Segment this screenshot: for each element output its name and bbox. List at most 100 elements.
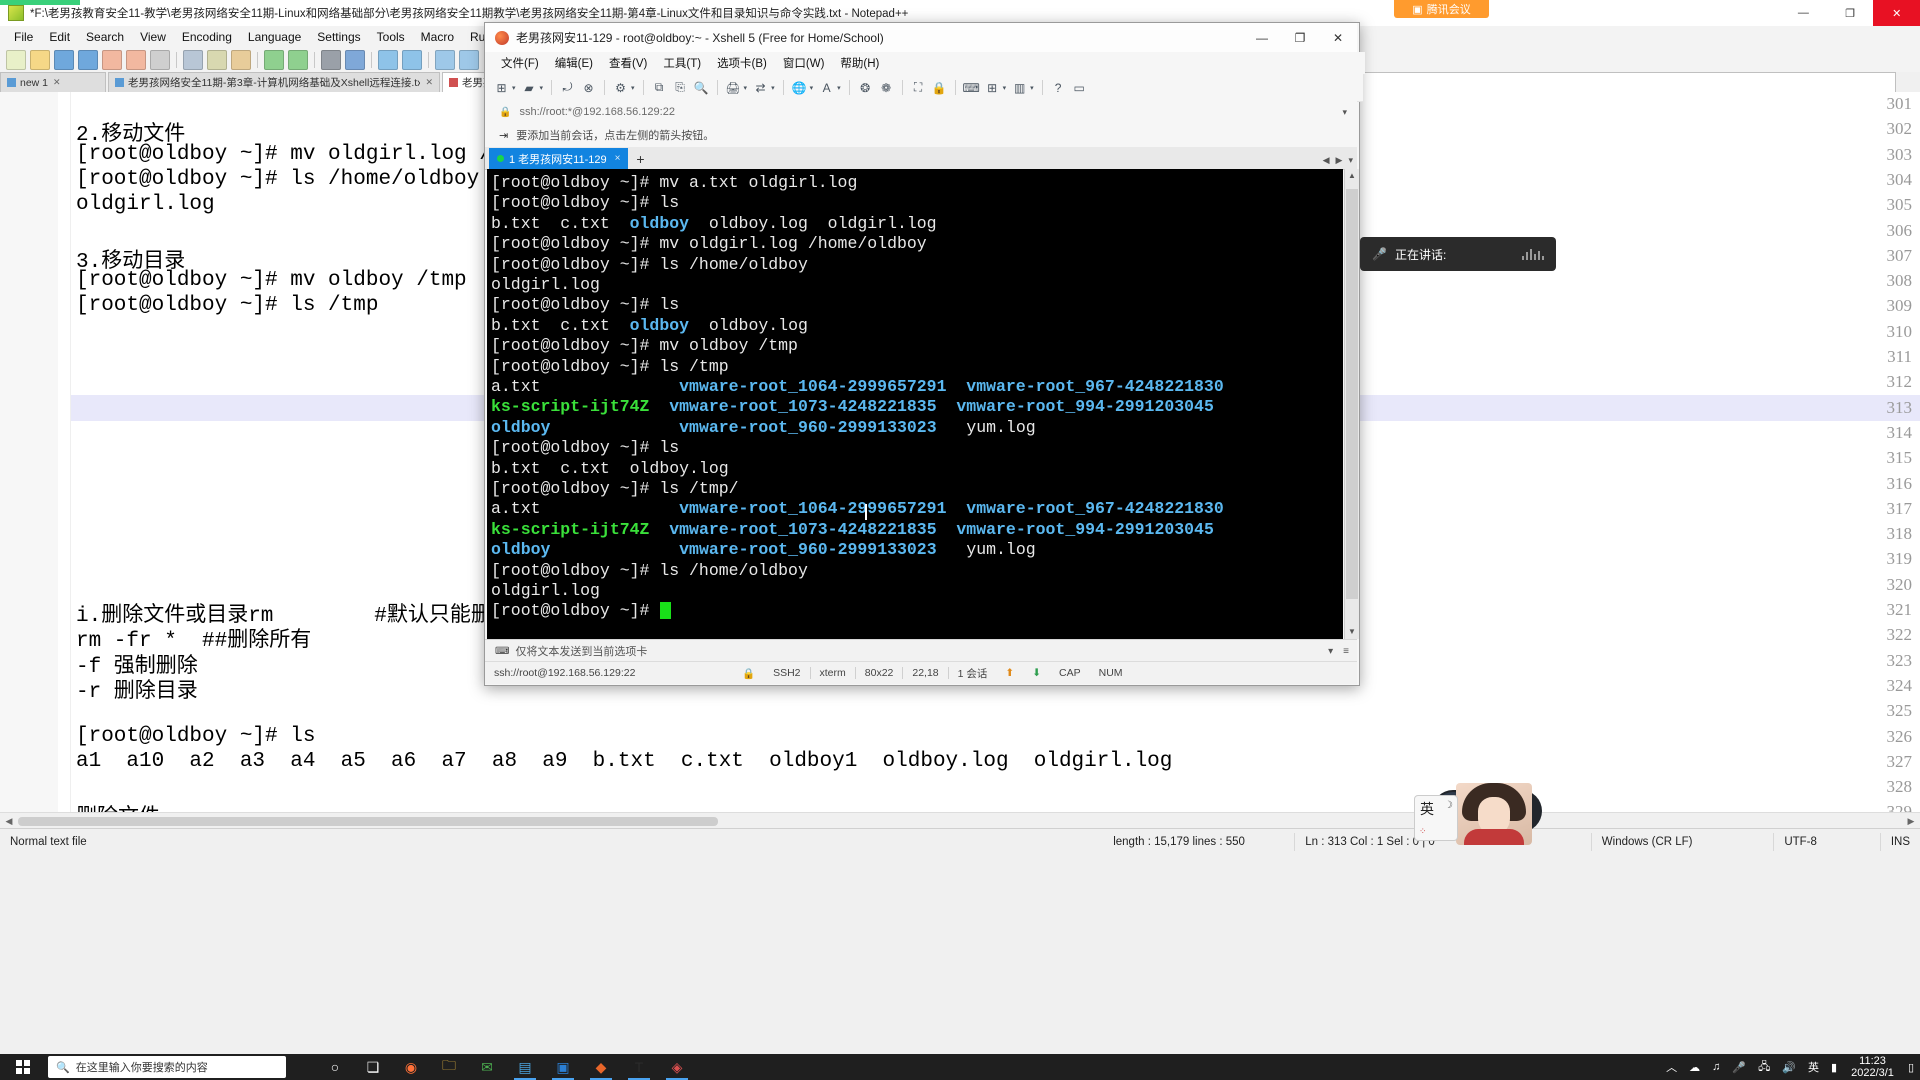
open-session-icon[interactable]: ▰ <box>520 79 539 97</box>
tray-cloud-icon[interactable]: ☁ <box>1683 1061 1706 1074</box>
menu-file[interactable]: File <box>6 28 41 46</box>
new-file-icon[interactable] <box>6 50 26 70</box>
session-tab-active[interactable]: 1 老男孩网安11-129 × <box>489 148 629 169</box>
tray-volume-icon[interactable]: 🔊 <box>1776 1061 1802 1074</box>
send-bar-chevron-icon[interactable]: ▾ <box>1328 646 1333 657</box>
font-icon[interactable]: A <box>817 79 836 97</box>
browser-icon[interactable]: 🌐 <box>790 79 809 97</box>
terminal-icon[interactable]: T <box>620 1054 658 1080</box>
xshell-address-bar[interactable]: 🔒 ssh://root:*@192.168.56.129:22 ▾ <box>485 101 1357 124</box>
cortana-icon[interactable]: ○ <box>316 1054 354 1080</box>
zoom-in-icon[interactable] <box>378 50 398 70</box>
undo-icon[interactable] <box>264 50 284 70</box>
disconnect-icon[interactable]: ⊗ <box>579 79 598 97</box>
xshell-menu-tools[interactable]: 工具(T) <box>655 55 709 71</box>
menu-edit[interactable]: Edit <box>41 28 78 46</box>
chevron-down-icon[interactable]: ▾ <box>540 79 544 97</box>
close-icon[interactable] <box>102 50 122 70</box>
xshell-menu-window[interactable]: 窗口(W) <box>775 55 833 71</box>
notepad-tab-0[interactable]: new 1 ✕ <box>0 72 106 92</box>
taskbar-search-box[interactable]: 🔍 在这里输入你要搜索的内容 <box>48 1056 286 1078</box>
new-session-tab-button[interactable]: + <box>628 148 652 169</box>
chevron-down-icon[interactable]: ▾ <box>837 79 841 97</box>
transfer-icon[interactable]: ⇄ <box>751 79 770 97</box>
chevron-down-icon[interactable]: ▾ <box>631 79 635 97</box>
menu-view[interactable]: View <box>132 28 174 46</box>
open-file-icon[interactable] <box>30 50 50 70</box>
sync-v-icon[interactable] <box>435 50 455 70</box>
sftp-icon[interactable]: ❂ <box>856 79 875 97</box>
find-icon[interactable]: 🔍 <box>692 79 711 97</box>
xshell-menu-view[interactable]: 查看(V) <box>601 55 655 71</box>
redo-icon[interactable] <box>288 50 308 70</box>
reconnect-icon[interactable]: ⤾ <box>558 79 577 97</box>
vmware-icon[interactable]: ▣ <box>544 1054 582 1080</box>
scroll-up-arrow-icon[interactable]: ▲ <box>1345 169 1359 183</box>
add-icon[interactable]: ⊞ <box>983 79 1002 97</box>
lock-icon[interactable]: 🔒 <box>930 79 949 97</box>
save-icon[interactable] <box>54 50 74 70</box>
terminal-vertical-scrollbar[interactable]: ▲ ▼ <box>1344 169 1359 639</box>
scroll-right-arrow-icon[interactable]: ▶ <box>1904 815 1918 827</box>
tray-mic-icon[interactable]: 🎤 <box>1726 1061 1752 1074</box>
sync-h-icon[interactable] <box>459 50 479 70</box>
chevron-down-icon[interactable]: ▾ <box>1003 79 1007 97</box>
notepad-horizontal-scrollbar[interactable]: ◀ ▶ <box>0 812 1920 829</box>
keyboard-icon[interactable]: ⌨ <box>962 79 981 97</box>
tab-close-icon[interactable]: ✕ <box>425 77 433 88</box>
tray-ime-icon[interactable]: 英 <box>1802 1059 1825 1075</box>
taskbar-clock[interactable]: 11:23 2022/3/1 <box>1843 1055 1902 1079</box>
new-session-icon[interactable]: ⊞ <box>492 79 511 97</box>
ime-mode-box[interactable]: 英 ☽ ⁘ <box>1414 795 1458 841</box>
print-icon[interactable] <box>150 50 170 70</box>
tab-close-icon[interactable]: ✕ <box>53 77 61 88</box>
tray-battery-icon[interactable]: ▮ <box>1825 1061 1843 1074</box>
chevron-down-icon[interactable]: ▾ <box>512 79 516 97</box>
find-icon[interactable] <box>321 50 341 70</box>
tab-next-arrow-icon[interactable]: ▶ <box>1336 155 1343 166</box>
file-explorer-icon[interactable]: 🗀 <box>430 1054 468 1080</box>
terminal-output-area[interactable]: [root@oldboy ~]# mv a.txt oldgirl.log [ro… <box>487 169 1343 639</box>
menu-search[interactable]: Search <box>78 28 132 46</box>
print-icon[interactable]: 🖨 <box>724 79 743 97</box>
scroll-thumb[interactable] <box>18 817 718 826</box>
xshell-minimize-button[interactable]: — <box>1243 23 1281 52</box>
xshell-menu-tabs[interactable]: 选项卡(B) <box>709 55 775 71</box>
tab-prev-arrow-icon[interactable]: ◀ <box>1323 155 1330 166</box>
paste-icon[interactable] <box>231 50 251 70</box>
send-bar-menu-icon[interactable]: ≡ <box>1343 646 1349 657</box>
xshell-maximize-button[interactable]: ❐ <box>1281 23 1319 52</box>
notepad-close-button[interactable]: ✕ <box>1873 0 1920 26</box>
zoom-out-icon[interactable] <box>402 50 422 70</box>
terminal-scroll-thumb[interactable] <box>1346 189 1358 599</box>
menu-settings[interactable]: Settings <box>309 28 368 46</box>
replace-icon[interactable] <box>345 50 365 70</box>
xshell-menu-file[interactable]: 文件(F) <box>493 55 547 71</box>
notepad-tab-1[interactable]: 老男孩网络安全11期-第3章-计算机网络基础及Xshell远程连接.txt ✕ <box>108 72 440 92</box>
ftp-icon[interactable]: ❁ <box>877 79 896 97</box>
tencent-meeting-speaking-indicator[interactable]: 🎤 正在讲话: <box>1360 237 1556 271</box>
notepad-icon[interactable]: ▤ <box>506 1054 544 1080</box>
copy-session-icon[interactable]: ⧉ <box>650 79 669 97</box>
scroll-left-arrow-icon[interactable]: ◀ <box>2 815 16 827</box>
wechat-icon[interactable]: ✉ <box>468 1054 506 1080</box>
notepad-minimize-button[interactable]: — <box>1780 0 1827 26</box>
chevron-down-icon[interactable]: ▾ <box>744 79 748 97</box>
scroll-down-arrow-icon[interactable]: ▼ <box>1345 625 1359 639</box>
tray-network-icon[interactable]: 🖧 <box>1752 1058 1776 1077</box>
xshell-menu-help[interactable]: 帮助(H) <box>832 55 887 71</box>
show-desktop-button[interactable]: ▯ <box>1902 1061 1920 1074</box>
task-view-icon[interactable]: ❏ <box>354 1054 392 1080</box>
notepad-maximize-button[interactable]: ❐ <box>1827 0 1874 26</box>
chevron-down-icon[interactable]: ▾ <box>1030 79 1034 97</box>
copy-icon[interactable] <box>207 50 227 70</box>
ime-floating-widget[interactable]: 英 ☽ ⁘ <box>1414 783 1544 845</box>
menu-tools[interactable]: Tools <box>369 28 413 46</box>
help-icon[interactable]: ? <box>1049 79 1068 97</box>
chevron-down-icon[interactable]: ▾ <box>1342 107 1347 118</box>
close-all-icon[interactable] <box>126 50 146 70</box>
chevron-down-icon[interactable]: ▾ <box>810 79 814 97</box>
properties-icon[interactable]: ⚙ <box>611 79 630 97</box>
tray-music-icon[interactable]: ♫ <box>1706 1061 1726 1073</box>
xshell-close-button[interactable]: ✕ <box>1319 23 1357 52</box>
